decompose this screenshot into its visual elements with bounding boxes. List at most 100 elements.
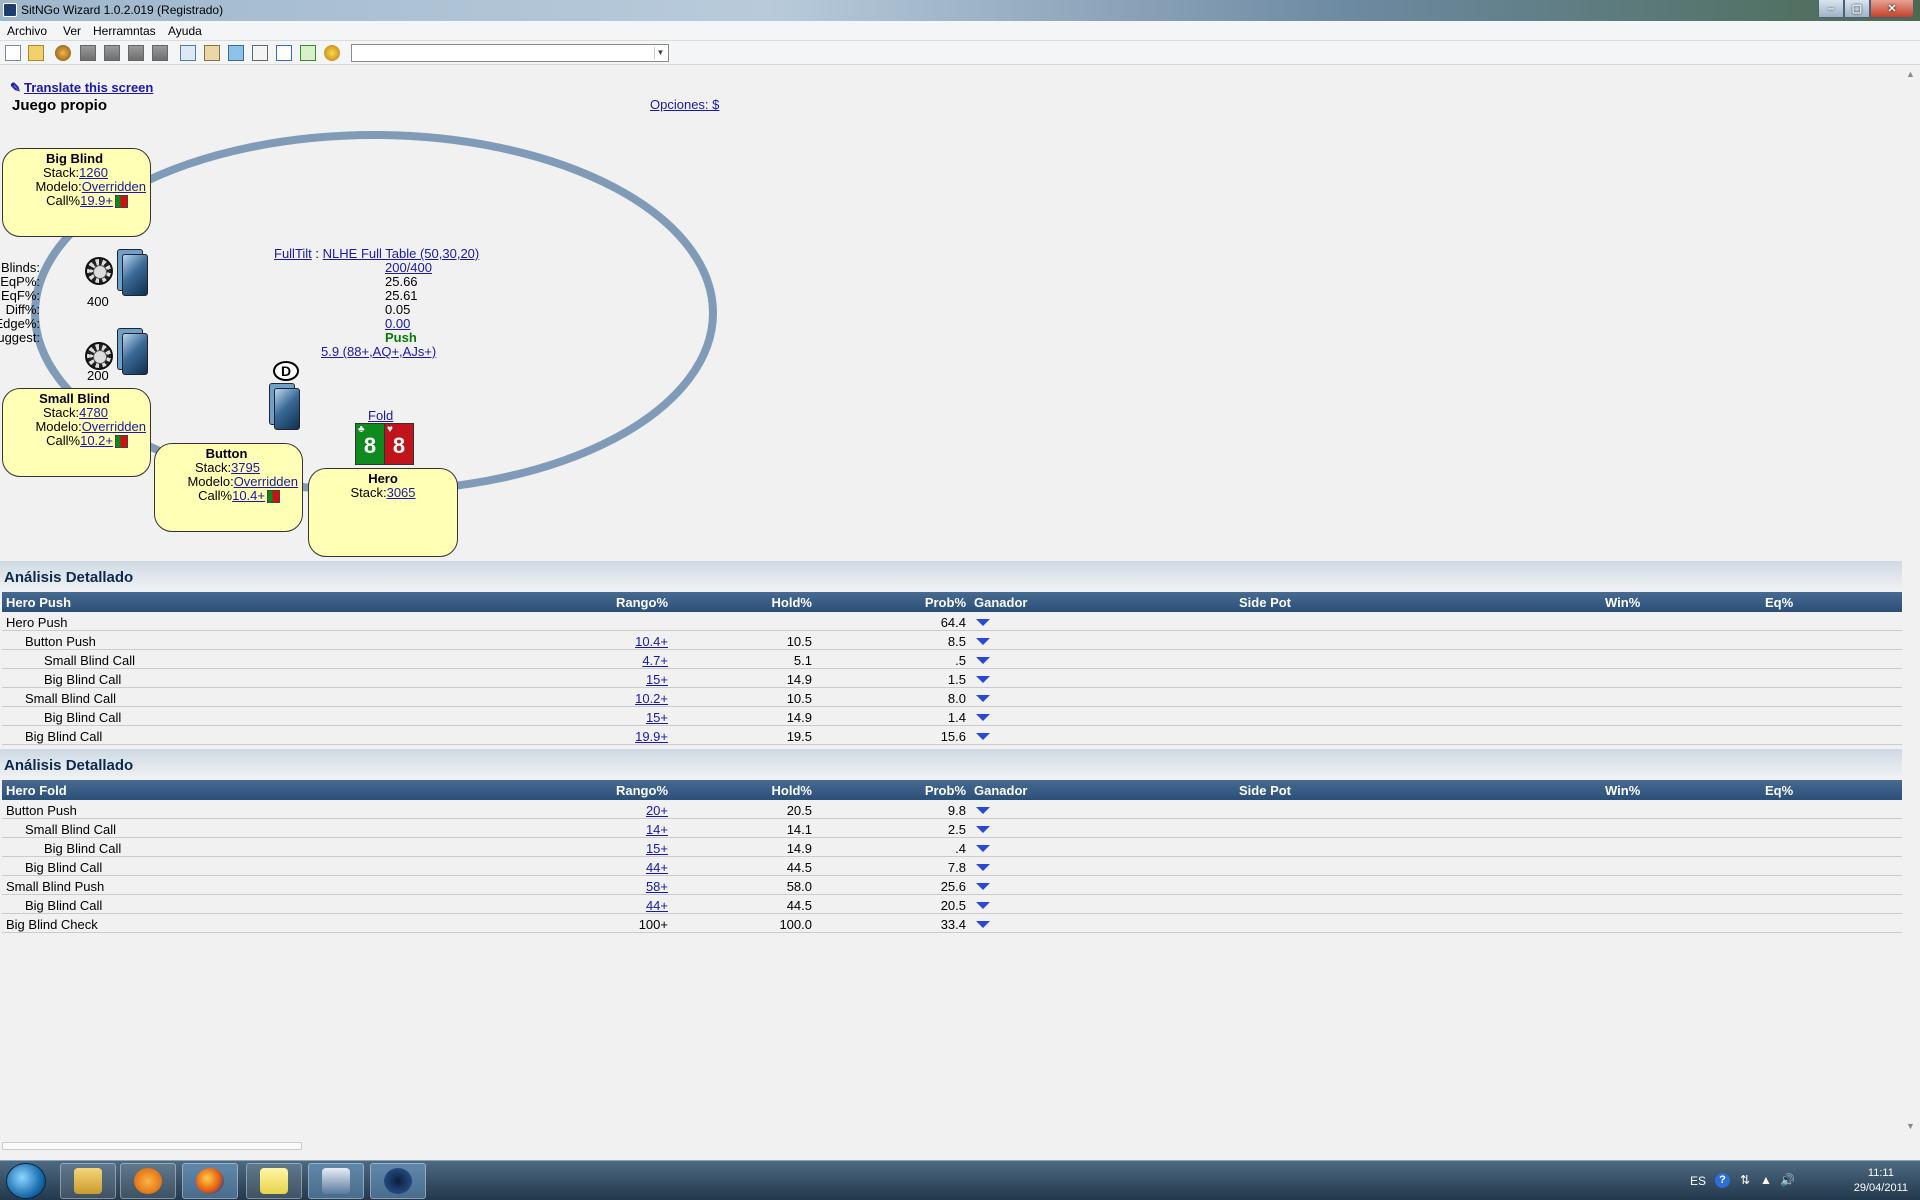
col-hold[interactable]: Hold% xyxy=(772,595,812,610)
call-link[interactable]: 19.9+ xyxy=(80,193,113,208)
taskbar-app[interactable] xyxy=(370,1163,426,1199)
row-rango[interactable]: 15+ xyxy=(646,672,668,687)
expand-triangle-icon[interactable] xyxy=(976,695,990,702)
start-button[interactable] xyxy=(6,1163,46,1199)
table-row[interactable]: Small Blind Call 10.2+ 10.5 8.0 xyxy=(2,688,1902,707)
edge-link[interactable]: 0.00 xyxy=(385,317,410,331)
volume-icon[interactable]: 🔊 xyxy=(1780,1173,1795,1187)
taskbar-media-player[interactable] xyxy=(120,1163,176,1199)
expand-triangle-icon[interactable] xyxy=(976,676,990,683)
row-rango[interactable]: 19.9+ xyxy=(635,729,668,744)
row-rango[interactable]: 4.7+ xyxy=(642,653,668,668)
table-row[interactable]: Small Blind Call 4.7+ 5.1 .5 xyxy=(2,650,1902,669)
disabled-tool-1-icon[interactable] xyxy=(80,45,96,61)
disabled-tool-4-icon[interactable] xyxy=(152,45,168,61)
range-link[interactable]: 5.9 (88+,AQ+,AJs+) xyxy=(321,345,436,359)
table-row[interactable]: Big Blind Call 15+ 14.9 1.5 xyxy=(2,669,1902,688)
scroll-down-icon[interactable]: ▼ xyxy=(1906,1121,1915,1131)
translate-screen-link[interactable]: ✎ Translate this screen xyxy=(10,80,153,96)
stack-value[interactable]: 4780 xyxy=(79,405,108,420)
table-row[interactable]: Big Blind Call 19.9+ 19.5 15.6 xyxy=(2,726,1902,745)
col-side-pot[interactable]: Side Pot xyxy=(1239,595,1291,610)
disabled-tool-2-icon[interactable] xyxy=(104,45,120,61)
col-win[interactable]: Win% xyxy=(1605,595,1640,610)
minimize-button[interactable]: – xyxy=(1818,0,1844,18)
maximize-button[interactable]: ▢ xyxy=(1844,0,1870,18)
settings-icon[interactable] xyxy=(324,45,340,61)
vertical-scrollbar[interactable]: ▲ ▼ xyxy=(1903,65,1920,1135)
chevron-down-icon[interactable]: ▼ xyxy=(654,47,666,59)
col-ganador[interactable]: Ganador xyxy=(974,595,1027,610)
tray-expand-icon[interactable]: ▲ xyxy=(1760,1173,1772,1187)
translate-link-text[interactable]: Translate this screen xyxy=(24,80,153,95)
call-link[interactable]: 10.4+ xyxy=(232,488,265,503)
network-icon[interactable]: ⇅ xyxy=(1740,1173,1750,1187)
model-link[interactable]: Overridden xyxy=(234,474,298,489)
expand-triangle-icon[interactable] xyxy=(976,902,990,909)
row-rango[interactable]: 58+ xyxy=(646,879,668,894)
table-row[interactable]: Big Blind Call 44+ 44.5 20.5 xyxy=(2,895,1902,914)
stack-value[interactable]: 1260 xyxy=(79,165,108,180)
seat-small-blind[interactable]: Small Blind Stack:4780 Modelo:Overridden… xyxy=(2,388,151,477)
toolbar-dropdown[interactable]: ▼ xyxy=(351,44,669,62)
model-link[interactable]: Overridden xyxy=(82,419,146,434)
call-link[interactable]: 10.2+ xyxy=(80,433,113,448)
menu-herramientas[interactable]: Herramntas xyxy=(93,24,156,38)
menu-ayuda[interactable]: Ayuda xyxy=(168,24,202,38)
menu-ver[interactable]: Ver xyxy=(63,24,81,38)
row-rango[interactable]: 15+ xyxy=(646,710,668,725)
disabled-tool-3-icon[interactable] xyxy=(128,45,144,61)
stack-value[interactable]: 3795 xyxy=(231,460,260,475)
home-icon[interactable] xyxy=(55,45,71,61)
row-rango[interactable]: 10.2+ xyxy=(635,691,668,706)
expand-triangle-icon[interactable] xyxy=(976,657,990,664)
expand-triangle-icon[interactable] xyxy=(976,845,990,852)
expand-triangle-icon[interactable] xyxy=(976,807,990,814)
row-rango[interactable]: 10.4+ xyxy=(635,634,668,649)
seat-hero[interactable]: Hero Stack:3065 xyxy=(308,468,458,557)
col-rango[interactable]: Rango% xyxy=(616,595,668,610)
close-button[interactable]: ✕ xyxy=(1870,0,1914,18)
chart-icon[interactable] xyxy=(276,45,292,61)
taskbar-explorer[interactable] xyxy=(60,1163,116,1199)
clock[interactable]: 11:11 29/04/2011 xyxy=(1854,1166,1908,1196)
menu-archivo[interactable]: Archivo xyxy=(7,24,47,38)
open-folder-icon[interactable] xyxy=(28,45,44,61)
expand-triangle-icon[interactable] xyxy=(976,921,990,928)
table-row[interactable]: Big Blind Call 15+ 14.9 .4 xyxy=(2,838,1902,857)
hero-action-link[interactable]: Fold xyxy=(368,408,393,423)
expand-triangle-icon[interactable] xyxy=(976,883,990,890)
taskbar-sitngo-wizard[interactable] xyxy=(308,1163,364,1199)
table-row[interactable]: Button Push 20+ 20.5 9.8 xyxy=(2,800,1902,819)
col-prob[interactable]: Prob% xyxy=(925,595,966,610)
table-row[interactable]: Button Push 10.4+ 10.5 8.5 xyxy=(2,631,1902,650)
taskbar-firefox[interactable] xyxy=(182,1163,238,1199)
col-eq[interactable]: Eq% xyxy=(1765,595,1793,610)
options-link[interactable]: Opciones: $ xyxy=(650,97,719,112)
col-rango[interactable]: Rango% xyxy=(616,783,668,798)
table-row[interactable]: Small Blind Push 58+ 58.0 25.6 xyxy=(2,876,1902,895)
seat-button[interactable]: Button Stack:3795 Modelo:Overridden Call… xyxy=(154,443,303,532)
col-side-pot[interactable]: Side Pot xyxy=(1239,783,1291,798)
table-row[interactable]: Big Blind Check 100+ 100.0 33.4 xyxy=(2,914,1902,933)
expand-triangle-icon[interactable] xyxy=(976,826,990,833)
expand-triangle-icon[interactable] xyxy=(976,733,990,740)
row-rango[interactable]: 20+ xyxy=(646,803,668,818)
row-rango[interactable]: 15+ xyxy=(646,841,668,856)
table-row[interactable]: Big Blind Call 15+ 14.9 1.4 xyxy=(2,707,1902,726)
scroll-up-icon[interactable]: ▲ xyxy=(1906,69,1915,79)
expand-triangle-icon[interactable] xyxy=(976,864,990,871)
row-rango[interactable]: 44+ xyxy=(646,860,668,875)
stack-value[interactable]: 3065 xyxy=(387,485,416,500)
col-ganador[interactable]: Ganador xyxy=(974,783,1027,798)
seat-big-blind[interactable]: Big Blind Stack:1260 Modelo:Overridden C… xyxy=(2,148,151,237)
table-row[interactable]: Big Blind Call 44+ 44.5 7.8 xyxy=(2,857,1902,876)
screenshot-icon[interactable] xyxy=(228,45,244,61)
col-prob[interactable]: Prob% xyxy=(925,783,966,798)
model-link[interactable]: Overridden xyxy=(82,179,146,194)
col-win[interactable]: Win% xyxy=(1605,783,1640,798)
game-link[interactable]: NLHE Full Table (50,30,20) xyxy=(323,246,480,261)
edit-icon[interactable] xyxy=(300,45,316,61)
paste-icon[interactable] xyxy=(204,45,220,61)
col-hold[interactable]: Hold% xyxy=(772,783,812,798)
